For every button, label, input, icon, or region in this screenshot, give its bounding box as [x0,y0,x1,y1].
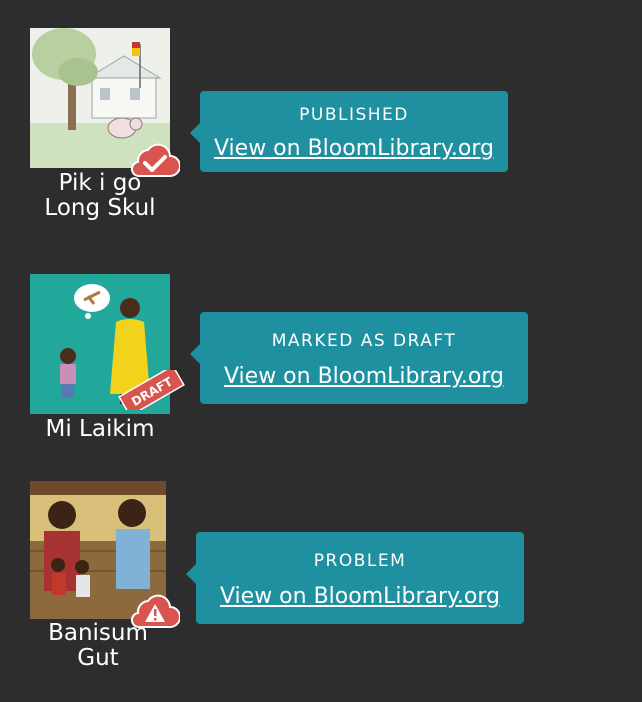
status-callout-problem: PROBLEM View on BloomLibrary.org [186,532,524,624]
book-title-line: Gut [77,645,119,671]
status-callout-marked-as-draft: MARKED AS DRAFT View on BloomLibrary.org [190,312,528,404]
book-title: Mi Laikim [30,417,170,442]
status-label: MARKED AS DRAFT [271,331,457,351]
view-on-bloomlibrary-link[interactable]: View on BloomLibrary.org [200,364,528,389]
view-on-bloomlibrary-link[interactable]: View on BloomLibrary.org [196,584,524,609]
book-title-line: Mi Laikim [45,416,155,442]
book-title: Banisum Gut [30,621,166,671]
status-callout-published: PUBLISHED View on BloomLibrary.org [190,91,508,172]
status-label: PROBLEM [313,551,407,571]
book-title-line: Pik i go [58,170,142,196]
book-title-line: Banisum [48,620,148,646]
view-on-bloomlibrary-link[interactable]: View on BloomLibrary.org [200,136,508,161]
status-label: PUBLISHED [299,105,409,125]
book-title: Pik i go Long Skul [30,171,170,221]
draft-ribbon: DRAFT [116,364,186,417]
book-title-line: Long Skul [44,195,156,221]
